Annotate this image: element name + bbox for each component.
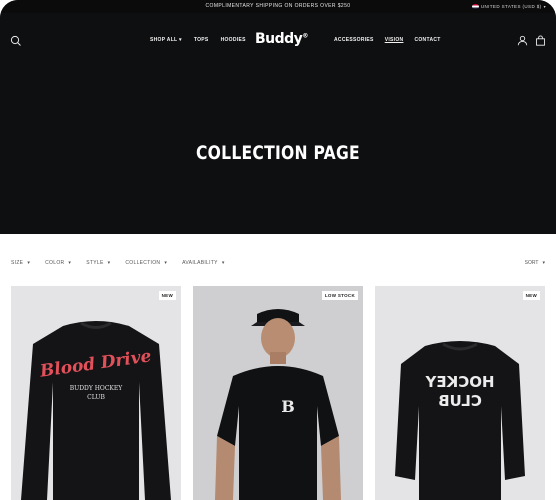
product-image-longsleeve: Blood Drive BUDDY HOCKEY CLUB <box>21 321 171 500</box>
product-card[interactable]: B LOW STOCK <box>193 286 363 500</box>
search-icon[interactable] <box>10 35 22 47</box>
filter-size[interactable]: SIZE ▾ <box>11 260 30 266</box>
header-actions <box>517 35 546 46</box>
chevron-down-icon: ▾ <box>107 260 111 266</box>
cart-icon[interactable] <box>535 35 546 46</box>
nav-accessories[interactable]: ACCESSORIES <box>334 37 374 43</box>
product-image-crewneck: HOCKEY CLUB <box>395 341 525 500</box>
nav-shop-all[interactable]: SHOP ALL ▾ <box>150 37 182 43</box>
filter-color[interactable]: COLOR ▾ <box>45 260 71 266</box>
graphic-monogram: B <box>281 397 295 416</box>
filter-style[interactable]: STYLE ▾ <box>86 260 110 266</box>
chevron-down-icon: ▾ <box>543 4 546 9</box>
announcement-bar: COMPLIMENTARY SHIPPING ON ORDERS OVER $2… <box>0 0 556 13</box>
site-header: SHOP ALL ▾ TOPS HOODIES Buddy® ACCESSORI… <box>0 13 556 68</box>
graphic-subtext: BUDDY HOCKEY <box>70 385 124 392</box>
nav-vision[interactable]: VISION <box>385 37 404 43</box>
status-badge: NEW <box>522 291 540 300</box>
nav-contact[interactable]: CONTACT <box>414 37 440 43</box>
account-icon[interactable] <box>517 35 528 46</box>
chevron-down-icon: ▾ <box>542 260 545 266</box>
status-badge: NEW <box>158 291 176 300</box>
chevron-down-icon: ▾ <box>179 37 182 43</box>
chevron-down-icon: ▾ <box>221 260 225 266</box>
nav-tops[interactable]: TOPS <box>194 37 209 43</box>
storefront-page: COMPLIMENTARY SHIPPING ON ORDERS OVER $2… <box>0 0 556 500</box>
primary-nav-right: ACCESSORIES VISION CONTACT <box>334 37 441 43</box>
graphic-subtext: CLUB <box>438 392 482 410</box>
status-badge: LOW STOCK <box>321 291 358 300</box>
product-card[interactable]: HOCKEY CLUB NEW <box>375 286 545 500</box>
sort-dropdown[interactable]: SORT ▾ <box>525 260 545 266</box>
primary-nav-left: SHOP ALL ▾ TOPS HOODIES <box>150 37 246 43</box>
chevron-down-icon: ▾ <box>164 260 168 266</box>
product-card[interactable]: Blood Drive BUDDY HOCKEY CLUB NEW <box>11 286 181 500</box>
collection-hero: COLLECTION PAGE <box>0 68 556 234</box>
announcement-text: COMPLIMENTARY SHIPPING ON ORDERS OVER $2… <box>205 3 351 9</box>
locale-label: UNITED STATES (USD $) <box>480 4 542 9</box>
chevron-down-icon: ▾ <box>27 260 31 266</box>
chevron-down-icon: ▾ <box>68 260 72 266</box>
filter-availability[interactable]: AVAILABILITY ▾ <box>182 260 224 266</box>
filter-collection[interactable]: COLLECTION ▾ <box>125 260 167 266</box>
graphic-text: HOCKEY <box>424 373 494 391</box>
page-title: COLLECTION PAGE <box>196 142 360 164</box>
graphic-subtext-2: CLUB <box>87 394 105 401</box>
us-flag-icon <box>471 4 479 9</box>
collection-content: SIZE ▾ COLOR ▾ STYLE ▾ COLLECTION ▾ AVAILABI… <box>0 234 556 500</box>
product-image-model-tee: B <box>215 309 341 500</box>
nav-hoodies[interactable]: HOODIES <box>221 37 246 43</box>
locale-selector[interactable]: UNITED STATES (USD $) ▾ <box>471 0 546 13</box>
brand-logo[interactable]: Buddy® <box>255 31 308 47</box>
filter-bar: SIZE ▾ COLOR ▾ STYLE ▾ COLLECTION ▾ AVAILABI… <box>11 260 225 266</box>
